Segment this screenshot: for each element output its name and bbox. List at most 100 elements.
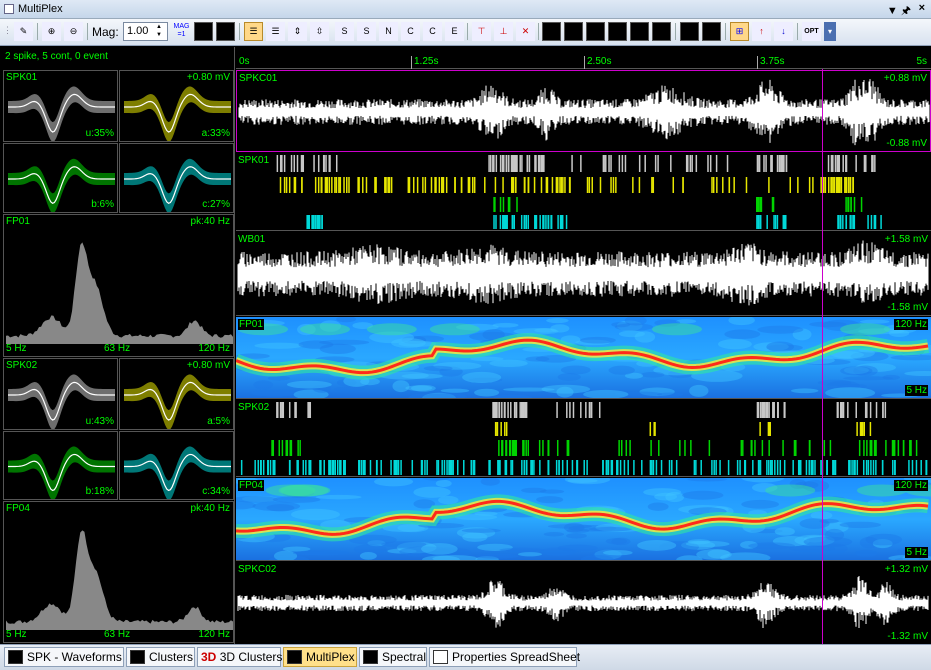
stack-icon[interactable]: [608, 22, 627, 41]
marker-cross-icon[interactable]: ✕: [516, 22, 535, 41]
unit-pct: u:43%: [85, 416, 114, 427]
raster-icon[interactable]: [680, 22, 699, 41]
track-name: FP04: [238, 480, 264, 491]
channel-s2-icon[interactable]: S: [357, 22, 376, 41]
cont-wave-icon[interactable]: [630, 22, 649, 41]
unit-pct: b:18%: [85, 486, 114, 497]
tab-multiplex[interactable]: MultiPlex: [283, 647, 357, 667]
track-name: SPKC02: [238, 564, 277, 575]
toolbar-grip-icon[interactable]: ⋮: [3, 22, 11, 41]
mag-label: Mag:: [92, 25, 119, 39]
sort-down-icon[interactable]: ↓: [774, 22, 793, 41]
raster2-icon[interactable]: [702, 22, 721, 41]
clusters-icon: [130, 650, 145, 664]
channel-e-icon[interactable]: E: [445, 22, 464, 41]
track-spkc01[interactable]: SPKC01 +0.88 mV -0.88 mV: [236, 70, 931, 152]
tab-clusters[interactable]: Clusters: [126, 647, 195, 667]
tab-properties-spreadsheet[interactable]: Properties SpreadSheet: [429, 647, 580, 667]
spectral-icon: [363, 650, 378, 664]
spk02-unit-b-panel[interactable]: b:18%: [3, 431, 118, 500]
spk01-amp: +0.80 mV: [186, 72, 230, 83]
channel-c-icon[interactable]: C: [401, 22, 420, 41]
view-tabs: SPK - Waveforms Clusters 3D 3D Clusters …: [0, 644, 931, 670]
grid-select-icon[interactable]: ⊞: [730, 22, 749, 41]
fp01-name: FP01: [6, 216, 30, 227]
align-center-icon[interactable]: ⇳: [310, 22, 329, 41]
spikes-icon[interactable]: [586, 22, 605, 41]
mag-spinner[interactable]: ▲ ▼: [156, 23, 166, 40]
eraser-icon[interactable]: ✎: [14, 22, 33, 41]
fp04-peak: pk:40 Hz: [190, 503, 230, 514]
tab-3d-clusters[interactable]: 3D 3D Clusters: [197, 647, 282, 667]
spreadsheet-icon: [433, 650, 448, 664]
waveform-view-icon[interactable]: [194, 22, 213, 41]
spk02-unit-a-panel[interactable]: +0.80 mV a:5%: [119, 358, 234, 430]
unit-pct: a:33%: [201, 128, 230, 139]
spk02-name: SPK02: [6, 360, 38, 371]
track-bottom: 5 Hz: [905, 547, 928, 558]
sort-up-icon[interactable]: ↑: [752, 22, 771, 41]
spk01-unit-b-panel[interactable]: b:6%: [3, 143, 118, 213]
channel-c2-icon[interactable]: C: [423, 22, 442, 41]
wave-overlay-icon[interactable]: [542, 22, 561, 41]
spk02-amp: +0.80 mV: [186, 360, 230, 371]
spk02-unit-u-panel[interactable]: SPK02 u:43%: [3, 358, 118, 430]
mag-reset-button[interactable]: MAG =1: [172, 22, 191, 41]
track-top: +1.32 mV: [884, 564, 928, 575]
options-button[interactable]: OPT: [802, 22, 821, 41]
track-name: SPKC01: [239, 73, 278, 84]
time-axis[interactable]: 0s 1.25s 2.50s 3.75s 5s: [236, 47, 931, 69]
track-bottom: 5 Hz: [905, 385, 928, 396]
summary-text: 2 spike, 5 cont, 0 event: [5, 51, 108, 62]
track-bottom: -1.32 mV: [887, 631, 928, 642]
fp01-peak: pk:40 Hz: [190, 216, 230, 227]
cont-wave2-icon[interactable]: [652, 22, 671, 41]
track-top: 120 Hz: [894, 319, 928, 330]
3d-icon: 3D: [201, 650, 217, 664]
spk01-unit-c-panel[interactable]: c:27%: [119, 143, 234, 213]
close-icon[interactable]: ×: [919, 2, 925, 14]
track-spkc02[interactable]: SPKC02 +1.32 mV -1.32 mV: [236, 562, 931, 644]
zoom-out-icon[interactable]: ⊖: [64, 22, 83, 41]
unit-pct: c:34%: [202, 486, 230, 497]
spk01-unit-u-panel[interactable]: SPK01 u:35%: [3, 70, 118, 142]
track-fp01-spectrogram[interactable]: FP01 120 Hz 5 Hz: [236, 317, 931, 399]
track-spk01-raster[interactable]: SPK01: [236, 153, 931, 231]
toolbar-overflow-icon[interactable]: ▾: [824, 22, 836, 41]
window-titlebar: MultiPlex ▼ 🖈 ×: [0, 0, 931, 19]
time-tick: 2.50s: [587, 56, 612, 67]
grid-overlay-icon[interactable]: [564, 22, 583, 41]
align-top-icon[interactable]: ⇕: [288, 22, 307, 41]
track-name: WB01: [238, 234, 266, 245]
track-fp04-spectrogram[interactable]: FP04 120 Hz 5 Hz: [236, 478, 931, 561]
track-wb01[interactable]: WB01 +1.58 mV -1.58 mV: [236, 232, 931, 316]
unit-pct: b:6%: [91, 199, 114, 210]
spk01-unit-a-panel[interactable]: +0.80 mV a:33%: [119, 70, 234, 142]
fp04-fmin: 5 Hz: [6, 629, 27, 640]
list-view-icon[interactable]: ☰: [244, 22, 263, 41]
marker-bottom-icon[interactable]: ⊥: [494, 22, 513, 41]
track-name: SPK01: [238, 155, 270, 166]
multiplex-view: 0s 1.25s 2.50s 3.75s 5s SPKC01 +0.88 mV …: [236, 47, 931, 644]
spk02-unit-c-panel[interactable]: c:34%: [119, 431, 234, 500]
window-title: MultiPlex: [18, 3, 63, 15]
track-name: SPK02: [238, 402, 270, 413]
marker-top-icon[interactable]: ⊤: [472, 22, 491, 41]
fp01-fmid: 63 Hz: [104, 343, 131, 354]
track-top: +1.58 mV: [884, 234, 928, 245]
fp04-name: FP04: [6, 503, 30, 514]
waveforms-icon: [8, 650, 23, 664]
fp04-spectrum-panel[interactable]: FP04 pk:40 Hz 5 Hz 63 Hz 120 Hz: [3, 501, 234, 643]
tab-spk-waveforms[interactable]: SPK - Waveforms: [4, 647, 124, 667]
track-spk02-raster[interactable]: SPK02: [236, 400, 931, 477]
list-alt-icon[interactable]: ☰: [266, 22, 285, 41]
channel-n-icon[interactable]: N: [379, 22, 398, 41]
unit-pct: a:5%: [207, 416, 230, 427]
tab-spectral[interactable]: Spectral: [359, 647, 427, 667]
fp01-spectrum-panel[interactable]: FP01 pk:40 Hz 5 Hz 63 Hz 120 Hz: [3, 214, 234, 357]
zoom-in-icon[interactable]: ⊕: [42, 22, 61, 41]
multi-waveform-icon[interactable]: [216, 22, 235, 41]
channel-s-icon[interactable]: S: [335, 22, 354, 41]
track-top: +0.88 mV: [883, 73, 927, 84]
track-bottom: -1.58 mV: [887, 302, 928, 313]
